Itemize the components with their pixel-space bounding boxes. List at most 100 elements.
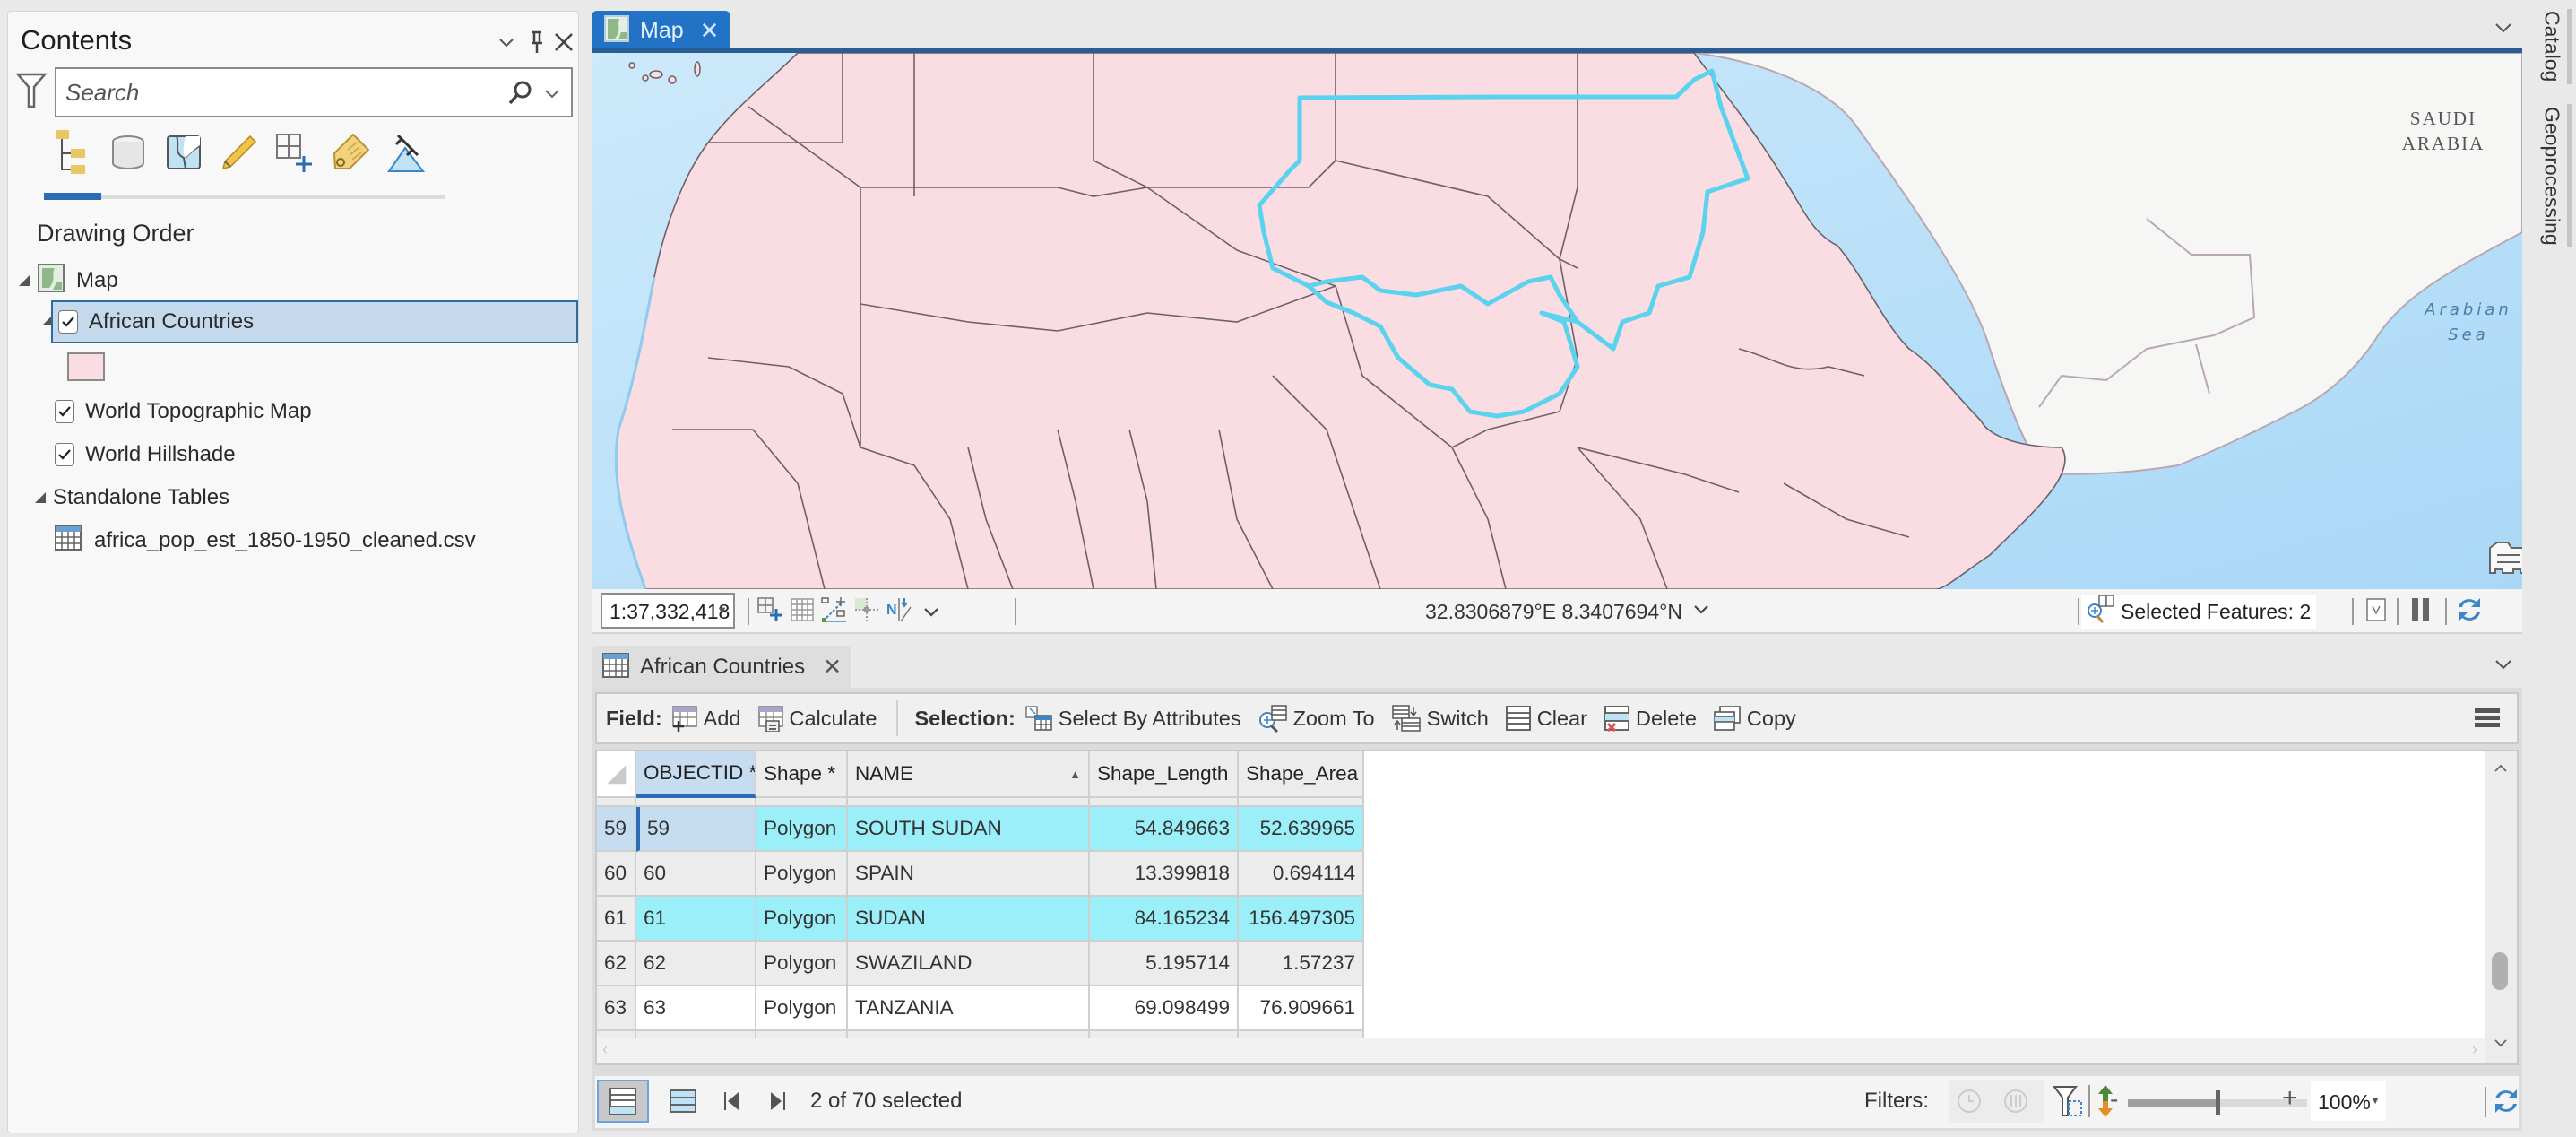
table-zoom-dropdown[interactable]: 100% ▼ (2311, 1081, 2386, 1121)
editing-tab[interactable] (214, 126, 264, 182)
horizontal-scrollbar[interactable]: ‹ › (597, 1038, 2486, 1063)
african-countries-visibility-checkbox[interactable] (58, 310, 78, 334)
zoom-to-selection-button[interactable]: Zoom To (1258, 704, 1375, 733)
snapping-button[interactable] (819, 596, 850, 627)
column-header-name[interactable]: NAME ▲ (848, 751, 1090, 798)
tree-item-map[interactable]: Map (19, 261, 118, 300)
row-number[interactable]: 59 (597, 807, 636, 852)
calculate-field-button[interactable]: Calculate (757, 705, 877, 732)
scroll-up-icon[interactable] (2494, 764, 2508, 773)
cell-objectid[interactable]: 59 (636, 807, 756, 852)
cell-shape-area[interactable]: 0.694114 (1239, 852, 1364, 897)
tree-item-african-countries[interactable]: African Countries (51, 300, 578, 343)
table-views-chevron-icon[interactable] (2494, 653, 2513, 676)
cell-name[interactable]: TANZANIA (848, 986, 1090, 1031)
cell-objectid[interactable]: 60 (636, 852, 756, 897)
switch-selection-button[interactable]: Switch (1391, 704, 1489, 733)
selection-tab[interactable] (159, 126, 209, 182)
cell-shape[interactable]: Polygon (756, 986, 848, 1031)
cell-shape-area[interactable]: 1.57237 (1239, 942, 1364, 986)
pause-drawing-button[interactable] (2406, 596, 2436, 627)
refresh-map-button[interactable] (2454, 596, 2485, 627)
labeling-tab[interactable] (325, 126, 376, 182)
extent-filter-button[interactable] (2053, 1085, 2083, 1122)
column-header-shape-area[interactable]: Shape_Area (1239, 751, 1364, 798)
contents-search-field[interactable] (55, 67, 573, 117)
table-row[interactable]: 63 63 Polygon TANZANIA 69.098499 76.9096… (597, 986, 1364, 1031)
pin-icon[interactable] (523, 28, 551, 56)
constraints-button[interactable] (851, 596, 882, 627)
search-options-chevron-icon[interactable] (537, 78, 567, 108)
map-attribution-icon[interactable] (2489, 542, 2522, 574)
first-record-icon[interactable] (722, 1089, 744, 1114)
table-options-menu-icon[interactable] (2474, 707, 2501, 735)
cell-objectid[interactable]: 63 (636, 986, 756, 1031)
scroll-down-icon[interactable] (2494, 1038, 2508, 1047)
zoom-out-button[interactable]: - (2110, 1085, 2118, 1114)
cell-name[interactable]: SOUTH SUDAN (848, 807, 1090, 852)
delete-selection-button[interactable]: Delete (1604, 705, 1697, 732)
cell-shape-length[interactable]: 69.098499 (1090, 986, 1239, 1031)
map-view-tab[interactable]: Map ✕ (592, 11, 730, 50)
tree-item-world-topographic-map[interactable]: World Topographic Map (55, 392, 312, 431)
view-list-chevron-icon[interactable] (2494, 16, 2513, 39)
north-arrow-button[interactable]: N (884, 596, 914, 627)
table-zoom-slider[interactable] (2128, 1090, 2307, 1115)
cell-name[interactable]: SWAZILAND (848, 942, 1090, 986)
close-table-tab-icon[interactable]: ✕ (823, 654, 842, 681)
african-countries-symbol-swatch[interactable] (67, 352, 105, 381)
drawing-order-tab[interactable] (49, 126, 99, 182)
row-number[interactable]: 63 (597, 986, 636, 1031)
map-canvas[interactable]: SAUDI ARABIA Arabian Sea (592, 53, 2522, 589)
world-topographic-visibility-checkbox[interactable] (55, 400, 74, 423)
filter-icon[interactable] (15, 71, 48, 115)
pane-options-chevron-icon[interactable] (492, 28, 521, 56)
catalog-pane-tab[interactable]: Catalog (2537, 9, 2572, 84)
tree-item-world-hillshade[interactable]: World Hillshade (55, 435, 236, 474)
grid-and-graticule-button[interactable] (755, 596, 785, 627)
coordinate-format-chevron-icon[interactable] (1692, 596, 1710, 621)
table-row[interactable]: 62 62 Polygon SWAZILAND 5.195714 1.57237 (597, 942, 1364, 986)
column-header-shape[interactable]: Shape * (756, 751, 848, 798)
show-selected-records-button[interactable] (663, 1081, 703, 1121)
table-row[interactable]: 61 61 Polygon SUDAN 84.165234 156.497305 (597, 897, 1364, 942)
data-source-tab[interactable] (103, 126, 153, 182)
close-pane-icon[interactable] (549, 28, 578, 56)
table-grid-button[interactable] (787, 596, 817, 627)
zoom-in-button[interactable]: + (2282, 1083, 2298, 1114)
table-row[interactable]: 60 60 Polygon SPAIN 13.399818 0.694114 (597, 852, 1364, 897)
cell-shape-area[interactable]: 76.909661 (1239, 986, 1364, 1031)
cell-shape-length[interactable]: 54.849663 (1090, 807, 1239, 852)
select-by-attributes-button[interactable]: Select By Attributes (1024, 705, 1241, 732)
cell-shape-length[interactable]: 13.399818 (1090, 852, 1239, 897)
cell-shape-area[interactable]: 156.497305 (1239, 897, 1364, 942)
range-filter-button[interactable] (1995, 1080, 2044, 1123)
show-all-records-button[interactable] (597, 1080, 649, 1123)
selected-features-button[interactable]: Selected Features: 2 (2081, 595, 2317, 629)
scroll-thumb[interactable] (2492, 952, 2508, 990)
cell-shape-length[interactable]: 5.195714 (1090, 942, 1239, 986)
last-record-icon[interactable] (765, 1089, 787, 1114)
perspective-imagery-tab[interactable] (381, 126, 431, 182)
map-scale-dropdown[interactable]: 1:37,332,418 ▼ (601, 593, 735, 629)
table-row[interactable]: 59 59 Polygon SOUTH SUDAN 54.849663 52.6… (597, 807, 1364, 852)
time-filter-button[interactable] (1949, 1080, 1997, 1123)
cell-shape-length[interactable]: 84.165234 (1090, 897, 1239, 942)
row-number[interactable]: 62 (597, 942, 636, 986)
close-map-tab-icon[interactable]: ✕ (700, 17, 720, 45)
tree-item-csv-table[interactable]: africa_pop_est_1850-1950_cleaned.csv (55, 521, 476, 560)
column-header-shape-length[interactable]: Shape_Length (1090, 751, 1239, 798)
tree-item-standalone-tables[interactable]: Standalone Tables (35, 478, 229, 517)
column-header-objectid[interactable]: OBJECTID * (636, 751, 756, 798)
cell-name[interactable]: SUDAN (848, 897, 1090, 942)
more-tools-chevron-icon[interactable] (916, 596, 947, 627)
zoom-slider-handle[interactable] (2216, 1090, 2220, 1115)
cell-objectid[interactable]: 61 (636, 897, 756, 942)
cell-shape-area[interactable]: 52.639965 (1239, 807, 1364, 852)
geoprocessing-pane-tab[interactable]: Geoprocessing (2537, 104, 2572, 247)
cell-shape[interactable]: Polygon (756, 807, 848, 852)
row-number[interactable]: 61 (597, 897, 636, 942)
cell-shape[interactable]: Polygon (756, 897, 848, 942)
cell-shape[interactable]: Polygon (756, 942, 848, 986)
snapping-tab[interactable] (270, 126, 320, 182)
